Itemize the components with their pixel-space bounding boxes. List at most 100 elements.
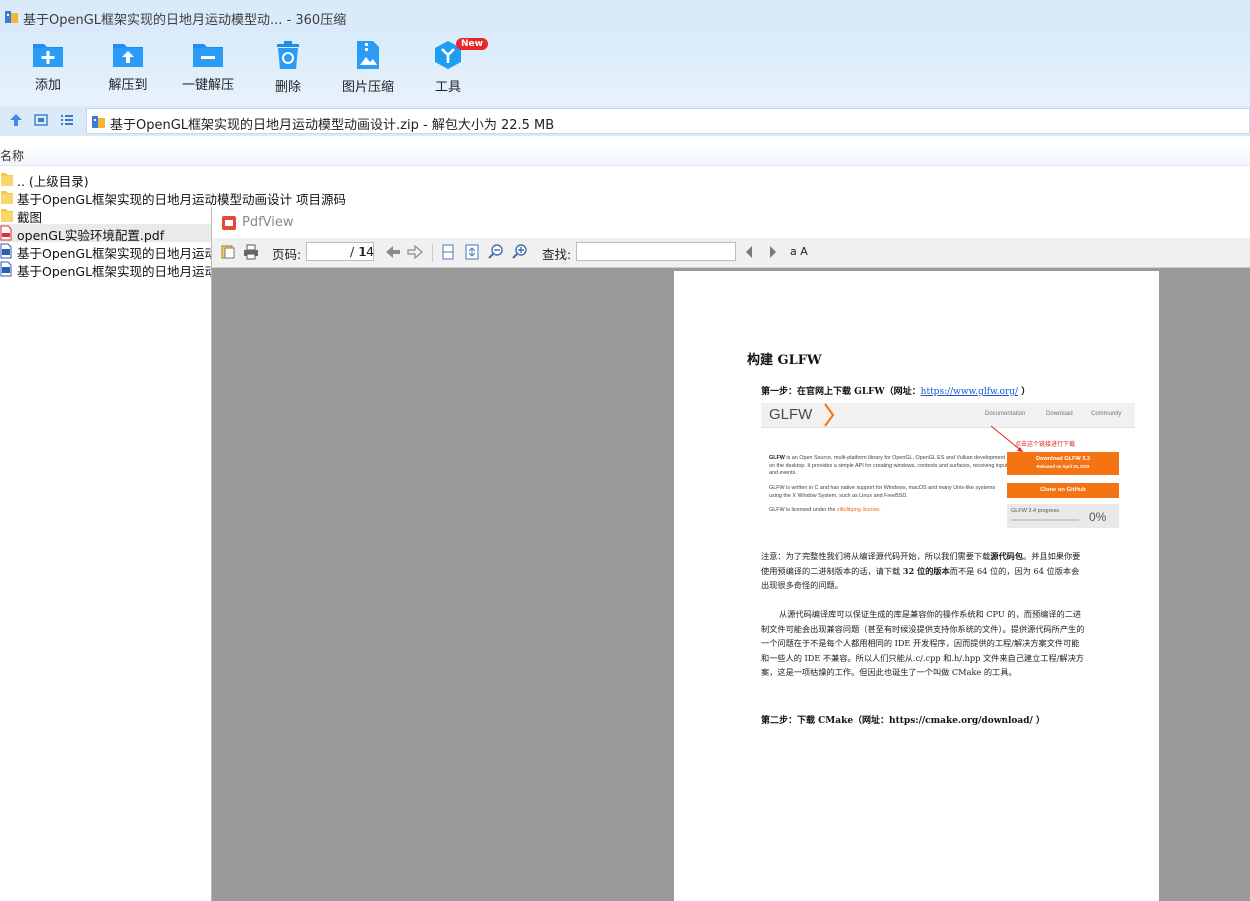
glfw-chevron-icon [824, 403, 835, 427]
glfw-progress-bar [1011, 519, 1079, 521]
glfw-clone-button: Clone on GitHub [1007, 483, 1119, 498]
glfw-link[interactable]: https://www.glfw.org/ [921, 387, 1018, 397]
glfw-nav-bar: GLFW Documentation Download Community [761, 403, 1135, 428]
step-1-end: ） [1018, 387, 1031, 397]
list-item-pdf[interactable]: openGL实验环境配置.pdf [0, 224, 211, 243]
zip-file-icon [92, 116, 105, 128]
new-badge: New [456, 38, 488, 50]
folder-icon [1, 173, 13, 186]
glfw-logo: GLFW [769, 406, 813, 423]
list-item-source-folder[interactable]: 基于OpenGL框架实现的日地月运动模型动画设计 项目源码 [0, 188, 400, 207]
extract-folder-icon [113, 44, 143, 67]
step-2: 第二步：下载 CMake（网址：https://cmake.org/downlo… [761, 716, 1045, 726]
pdf-file-icon [0, 225, 12, 241]
note-paragraph: 注意：为了完整性我们将从编译源代码开始，所以我们需要下载源代码包。并且如果你要使… [761, 549, 1086, 593]
list-item-doc-2[interactable]: 基于OpenGL框架实现的日地月运动 [0, 260, 211, 278]
add-label: 添加 [34, 78, 61, 93]
glfw-download-button: Download GLFW 3.3 Released on April 15, … [1007, 452, 1119, 475]
find-next-icon[interactable] [768, 245, 778, 259]
tools-label: 工具 [434, 80, 461, 95]
pdfview-title: PdfView [242, 215, 294, 230]
zoom-out-icon[interactable] [488, 244, 504, 260]
note-b: 源代码包 [990, 551, 1024, 561]
body-paragraph: 从源代码编译库可以保证生成的库是兼容你的操作系统和 CPU 的，而预编译的二进制… [761, 609, 1085, 678]
glfw-website-screenshot: GLFW Documentation Download Community 点击… [761, 403, 1135, 533]
one-click-folder-icon [193, 44, 223, 67]
print-icon[interactable] [243, 244, 259, 260]
image-compress-label: 图片压缩 [341, 80, 394, 95]
file-name: 基于OpenGL框架实现的日地月运动 [17, 264, 211, 278]
tools-button[interactable]: New 工具 [408, 38, 488, 95]
glfw-nav-documentation: Documentation [985, 411, 1026, 417]
glfw-progress-percent: 0% [1089, 510, 1107, 524]
find-prev-icon[interactable] [744, 245, 754, 259]
add-button[interactable]: 添加 [8, 40, 88, 93]
list-item-doc-1[interactable]: 基于OpenGL框架实现的日地月运动 [0, 242, 211, 260]
glfw-download-label: Download GLFW 3.3 [1035, 456, 1091, 462]
note-a: 注意：为了完整性我们将从编译源代码开始，所以我们需要下载 [761, 551, 991, 561]
delete-label: 删除 [274, 80, 301, 95]
zoom-in-icon[interactable] [512, 244, 528, 260]
image-compress-button[interactable]: 图片压缩 [328, 40, 408, 95]
open-file-icon[interactable] [220, 244, 236, 260]
pdfview-window: PdfView 页码: 1 / 14 查找: a A 构建 GLFW 第一步：在… [211, 207, 1250, 901]
glfw-paragraph-3: GLFW is licensed under the zlib/libpng l… [769, 507, 1009, 515]
prev-page-icon[interactable] [385, 245, 401, 259]
word-file-icon [0, 261, 12, 277]
glfw-p3-end: . [879, 507, 881, 513]
pdf-app-icon [222, 216, 236, 230]
glfw-download-sub: Released on April 15, 2019 [1036, 464, 1090, 469]
glfw-nav-community: Community [1091, 411, 1122, 417]
pdfview-title-bar: PdfView [212, 207, 1250, 239]
fit-page-icon[interactable] [464, 244, 480, 260]
list-item-screenshot-folder[interactable]: 截图 [0, 206, 220, 225]
address-bar: 基于OpenGL框架实现的日地月运动模型动画设计.zip - 解包大小为 22.… [0, 106, 1250, 136]
add-folder-icon [33, 44, 63, 67]
toolbar-separator [432, 244, 433, 262]
folder-icon [1, 191, 13, 204]
zip-app-icon [5, 11, 18, 23]
extract-to-label: 解压到 [108, 78, 148, 93]
glfw-annotation: 点击这个链接进行下载 [1015, 441, 1076, 448]
glfw-nav-download: Download [1046, 411, 1073, 417]
window-title: 基于OpenGL框架实现的日地月运动模型动... - 360压缩 [23, 13, 347, 28]
file-name: 基于OpenGL框架实现的日地月运动 [17, 246, 211, 260]
glfw-paragraph-2: GLFW is written in C and has native supp… [769, 485, 996, 499]
fit-width-icon[interactable] [440, 244, 456, 260]
font-size-icon[interactable]: a A [790, 245, 808, 258]
section-heading: 构建 GLFW [747, 353, 822, 368]
folder-icon [1, 209, 13, 222]
glfw-p1-text: is an Open Source, multi-platform librar… [769, 455, 1008, 476]
main-toolbar: 添加 解压到 一键解压 删除 图片压缩 New 工具 [0, 34, 1250, 106]
step-1: 第一步：在官网上下载 GLFW（网址：https://www.glfw.org/… [761, 384, 1030, 397]
recycle-bin-icon [277, 41, 299, 69]
find-input[interactable] [576, 242, 736, 261]
image-zip-icon [357, 41, 379, 69]
glfw-paragraph-1: GLFW is an Open Source, multi-platform l… [769, 455, 1009, 478]
extract-to-button[interactable]: 解压到 [88, 40, 168, 93]
delete-button[interactable]: 删除 [248, 40, 328, 95]
one-click-extract-label: 一键解压 [181, 78, 234, 93]
glfw-p3-text: GLFW is licensed under the [769, 507, 838, 513]
page-label: 页码: [272, 247, 302, 262]
next-page-icon[interactable] [407, 245, 423, 259]
column-header: 名称 [0, 143, 1250, 166]
total-pages: / 14 [350, 244, 375, 259]
one-click-extract-button[interactable]: 一键解压 [168, 40, 248, 93]
title-bar: 基于OpenGL框架实现的日地月运动模型动... - 360压缩 [0, 0, 1250, 34]
glfw-license-link: zlib/libpng license [837, 507, 880, 513]
up-arrow-icon[interactable] [9, 113, 23, 127]
view-thumbnail-icon[interactable] [34, 113, 48, 127]
column-name-header[interactable]: 名称 [0, 147, 24, 164]
archive-path: 基于OpenGL框架实现的日地月运动模型动画设计.zip - 解包大小为 22.… [110, 118, 555, 133]
view-list-icon[interactable] [60, 113, 74, 127]
list-item-parent[interactable]: .. (上级目录) [0, 170, 220, 189]
glfw-bold: GLFW [769, 455, 785, 461]
step-1-text: 第一步：在官网上下载 GLFW（网址： [761, 387, 921, 397]
find-label: 查找: [542, 247, 572, 262]
pdfview-toolbar: 页码: 1 / 14 查找: a A [212, 238, 1250, 268]
glfw-progress-label: GLFW 3.4 progress [1011, 508, 1059, 514]
word-file-icon [0, 243, 12, 259]
glfw-progress-box: GLFW 3.4 progress 0% [1007, 504, 1119, 528]
address-field[interactable]: 基于OpenGL框架实现的日地月运动模型动画设计.zip - 解包大小为 22.… [86, 108, 1250, 134]
